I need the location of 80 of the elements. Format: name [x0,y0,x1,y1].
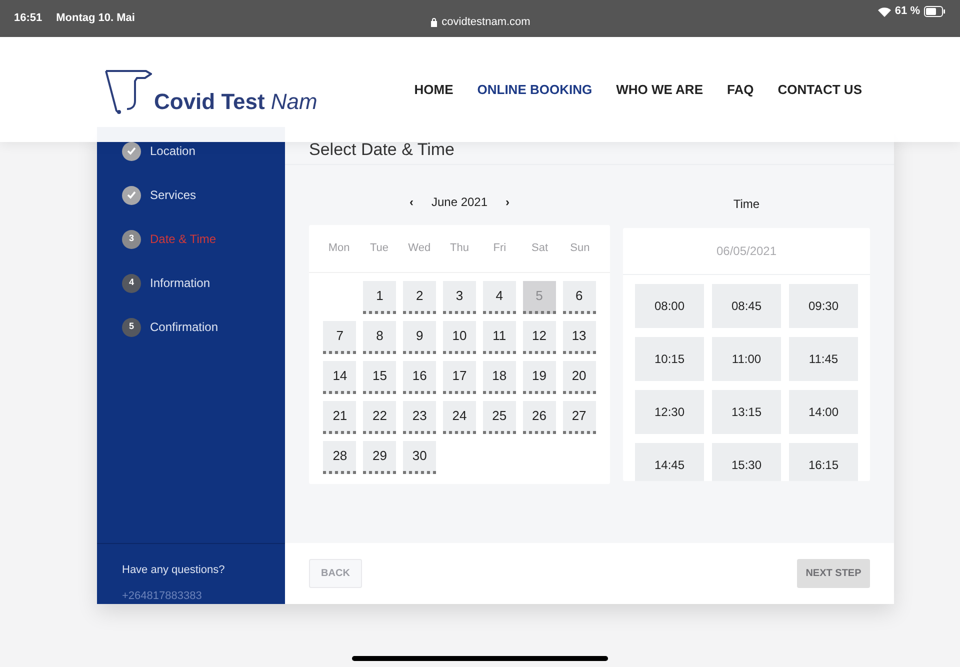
step-label[interactable]: Confirmation [150,318,218,336]
next-month-button[interactable]: › [504,193,512,211]
step-number: 3 [122,230,141,248]
battery-icon [924,6,946,17]
weekday-label: Sun [569,241,591,256]
step-label[interactable]: Information [150,274,210,292]
day-button[interactable]: 19 [522,361,556,394]
day-button[interactable]: 30 [403,441,436,474]
day-button[interactable]: 12 [522,321,556,354]
day-button[interactable]: 14 [323,361,356,394]
date-text: Montag 10. Mai [56,11,135,26]
nav-link[interactable]: ONLINE BOOKING [477,80,592,100]
logo[interactable]: Covid Test Nam [104,68,318,114]
day-button[interactable]: 4 [482,281,516,314]
logo-icon [104,68,152,114]
time-slot-button[interactable]: 08:45 [712,284,781,328]
nav-link[interactable]: CONTACT US [778,80,862,100]
day-button[interactable]: 11 [482,321,516,354]
home-indicator[interactable] [352,656,608,661]
weekday-label: Mon [327,241,351,256]
weekday-label: Wed [407,241,432,256]
time-slot-button[interactable]: 14:00 [789,390,858,434]
day-button[interactable]: 1 [363,281,396,314]
day-button[interactable]: 8 [363,321,396,354]
day-button[interactable]: 20 [562,361,596,394]
day-button[interactable]: 18 [482,361,516,394]
day-button[interactable]: 2 [403,281,436,314]
time-slot-button[interactable]: 09:30 [789,284,858,328]
time-slot-button[interactable]: 14:45 [635,443,704,481]
nav-link[interactable]: FAQ [727,80,754,100]
day-button[interactable]: 17 [442,361,476,394]
day-button[interactable]: 22 [363,401,396,434]
battery-text: 61 % [894,4,920,20]
day-button[interactable]: 16 [403,361,436,394]
day-button[interactable]: 9 [403,321,436,354]
selected-date-text: 06/05/2021 [716,243,777,260]
time-slot-button[interactable]: 12:30 [635,390,704,434]
section-heading: Select Date & Time [309,141,455,161]
day-button[interactable]: 3 [442,281,476,314]
weekday-label: Sat [530,241,550,256]
weekday-label: Fri [492,241,508,256]
time-slot-button[interactable]: 11:45 [789,337,858,381]
day-button[interactable]: 21 [323,401,356,434]
next-step-button[interactable]: NEXT STEP [797,559,870,588]
nav-link[interactable]: HOME [414,80,454,100]
time-slot-button[interactable]: 15:30 [712,443,781,481]
day-button[interactable]: 23 [403,401,436,434]
step-number: 4 [122,274,141,292]
day-button[interactable]: 25 [482,401,516,434]
nav-link[interactable]: WHO WE ARE [616,80,703,100]
day-button[interactable]: 26 [522,401,556,434]
time-slot-button[interactable]: 08:00 [635,284,704,328]
step-label[interactable]: Services [150,186,196,204]
day-button[interactable]: 24 [442,401,476,434]
questions-text: Have any questions? [122,563,226,578]
time-title: Time [733,196,760,213]
day-button[interactable]: 13 [562,321,596,354]
url-text: covidtestnam.com [442,15,530,30]
logo-accent-text: Nam [270,90,318,112]
time-slot-button[interactable]: 10:15 [635,337,704,381]
day-button[interactable]: 15 [363,361,396,394]
day-button[interactable]: 27 [562,401,596,434]
lock-icon [430,17,438,28]
step-label[interactable]: Location [150,142,196,160]
time-slot-button[interactable]: 16:15 [789,443,858,481]
weekday-label: Tue [368,241,390,256]
month-label: June 2021 [431,194,488,211]
time-slot-button[interactable]: 13:15 [712,390,781,434]
day-button[interactable]: 6 [562,281,596,314]
day-button[interactable]: 29 [363,441,396,474]
weekday-label: Thu [449,241,470,256]
logo-text: Covid Test [154,90,265,112]
previous-month-button[interactable]: ‹ [407,193,416,211]
wifi-icon [878,6,891,16]
time-slot-button[interactable]: 11:00 [712,337,781,381]
day-button[interactable]: 7 [323,321,356,354]
day-button[interactable]: 10 [442,321,476,354]
day-button[interactable]: 28 [323,441,356,474]
clock-text: 16:51 [14,11,42,26]
step-number: 5 [122,318,141,336]
